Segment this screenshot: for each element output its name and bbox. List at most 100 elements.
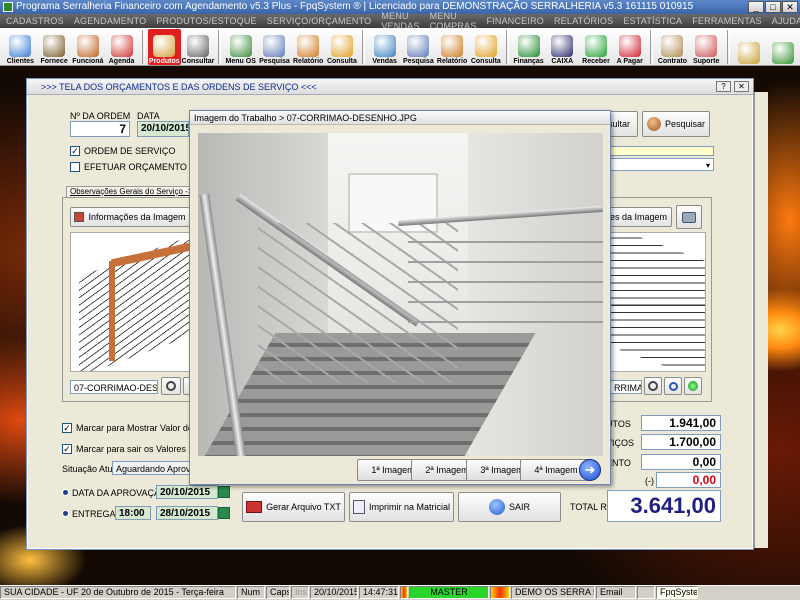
toolbar-label: Relatório (293, 58, 324, 65)
status-email[interactable]: Email (596, 586, 636, 599)
toolbar-label: Fornece (40, 58, 68, 65)
entrega-radio[interactable] (62, 510, 69, 517)
menu-item-0[interactable]: CADASTROS (6, 16, 64, 26)
zoom-button-right[interactable] (664, 377, 682, 395)
toolbar-button-7[interactable]: Pesquisa (258, 29, 291, 65)
toolbar-button-21[interactable] (766, 29, 799, 65)
acrescimo-value[interactable]: 0,00 (656, 472, 721, 488)
menu-item-9[interactable]: FERRAMENTAS (692, 16, 762, 26)
menu-item-3[interactable]: SERVIÇO/ORÇAMENTO (267, 16, 372, 26)
sair-valores-checkbox[interactable]: ✓ (62, 444, 72, 454)
print-image-button[interactable] (676, 205, 702, 229)
tab-observacoes[interactable]: Observações Gerais do Serviço -> (66, 186, 197, 197)
toolbar-button-16[interactable]: Receber (580, 29, 613, 65)
toolbar-button-2[interactable]: Funcioná (71, 29, 104, 65)
menu-item-6[interactable]: FINANCEIRO (486, 16, 544, 26)
help-button[interactable]: ? (716, 81, 731, 92)
toolbar-button-10[interactable]: Vendas (368, 29, 401, 65)
image-viewer-window: Imagem do Trabalho > 07-CORRIMAO-DESENHO… (189, 110, 611, 485)
printer-doc-icon (352, 500, 365, 514)
view-button-right[interactable] (684, 377, 702, 395)
toolbar-button-1[interactable]: Fornece (38, 29, 71, 65)
toolbar-button-19[interactable]: Suporte (690, 29, 723, 65)
aprovacao-date-field[interactable]: 20/10/2015 (156, 485, 218, 499)
toolbar-button-5[interactable]: Consultar (182, 29, 215, 65)
toolbar-button-14[interactable]: Finanças (512, 29, 545, 65)
status-color-bar (400, 586, 408, 599)
toolbar-button-8[interactable]: Relatório (292, 29, 325, 65)
toolbar-button-20[interactable] (733, 29, 766, 65)
first-image-label: 1ª Imagem (371, 465, 415, 475)
menu-item-7[interactable]: RELATÓRIOS (554, 16, 613, 26)
close-viewer-button[interactable]: ➜ (579, 459, 601, 481)
sair-button[interactable]: SAIR (458, 492, 561, 522)
menu-item-1[interactable]: AGENDAMENTO (74, 16, 147, 26)
monitor-icon (373, 35, 396, 57)
order-number-field[interactable]: 7 (70, 121, 130, 137)
toolbar-button-15[interactable]: CAIXA (546, 29, 579, 65)
calendar-icon (110, 35, 133, 57)
image-preview-left[interactable] (70, 232, 192, 372)
toolbar-label: Funcioná (72, 58, 104, 65)
status-date: 20/10/2015 (310, 586, 358, 599)
menu-item-2[interactable]: PRODUTOS/ESTOQUE (156, 16, 256, 26)
toolbar-button-18[interactable]: Contrato (656, 29, 689, 65)
toolbar-label: Consultar (181, 58, 215, 65)
toolbar-button-11[interactable]: Pesquisa (402, 29, 435, 65)
toolbar-button-17[interactable]: A Pagar (613, 29, 646, 65)
folder-icon (330, 35, 353, 57)
clipboard-icon (229, 35, 252, 57)
menu-item-10[interactable]: AJUDA (772, 16, 800, 26)
image-filename-right[interactable]: RRIMAO (610, 380, 642, 394)
entrega-date-field[interactable]: 28/10/2015 (156, 506, 218, 520)
entrega-time-field[interactable]: 18:00 (115, 506, 151, 520)
date-field[interactable]: 20/10/2015 (137, 121, 189, 137)
image-filename-left[interactable]: 07-CORRIMAO-DESENHO.J (70, 380, 158, 394)
toolbar-button-0[interactable]: Clientes (4, 29, 37, 65)
toolbar-button-4[interactable]: Produtos (147, 29, 181, 65)
calendar-icon[interactable] (218, 507, 230, 519)
dialog-close-button[interactable]: ✕ (734, 81, 749, 92)
toolbar-button-6[interactable]: Menu OS (224, 29, 257, 65)
cash-register-icon (187, 35, 209, 57)
toolbar-button-12[interactable]: Relatório (436, 29, 469, 65)
close-button[interactable]: ✕ (782, 1, 798, 13)
ordem-servico-checkbox[interactable]: ✓ (70, 146, 80, 156)
toolbar-button-9[interactable]: Consulta (326, 29, 359, 65)
efetuar-orcamento-checkbox[interactable] (70, 162, 80, 172)
entrega-label: ENTREGA (72, 509, 116, 519)
info-image-button-left[interactable]: Informações da Imagem (70, 207, 190, 227)
info-image-label-right: ões da Imagem (604, 212, 668, 222)
status-demo: DEMO OS SERRA 5.3 (511, 586, 595, 599)
status-color-bar (490, 586, 510, 599)
pesquisar-button[interactable]: Pesquisar (642, 111, 710, 137)
green-orb-icon (688, 381, 698, 391)
minimize-button[interactable]: _ (748, 1, 764, 13)
gerar-txt-button[interactable]: Gerar Arquivo TXT (242, 492, 345, 522)
maximize-button[interactable]: □ (765, 1, 781, 13)
staircase-photo (198, 133, 603, 456)
imprimir-label: Imprimir na Matricial (368, 502, 450, 512)
cash-box-icon (551, 35, 574, 57)
menu-item-8[interactable]: ESTATÍSTICA (623, 16, 682, 26)
desconto-value[interactable]: 0,00 (641, 454, 721, 470)
image-preview-right[interactable] (600, 232, 706, 372)
status-time: 14:47:31 (359, 586, 399, 599)
toolbar-label: Agenda (108, 58, 135, 65)
camera-button-left[interactable] (161, 377, 181, 395)
stair-drawing-right (601, 233, 705, 371)
camera-button-right[interactable] (644, 377, 662, 395)
toolbar-label: A Pagar (616, 58, 643, 65)
imprimir-matricial-button[interactable]: Imprimir na Matricial (349, 492, 454, 522)
toolbar-button-3[interactable]: Agenda (105, 29, 138, 65)
second-image-label: 2ª Imagem (425, 465, 469, 475)
arrow-right-icon: ➜ (584, 462, 596, 477)
client-select[interactable]: ▾ (604, 158, 714, 171)
toolbar-button-13[interactable]: Consulta (469, 29, 502, 65)
client-name-field[interactable] (604, 146, 714, 156)
calendar-icon[interactable] (218, 486, 230, 498)
aprovacao-radio[interactable] (62, 489, 69, 496)
mostrar-metro-checkbox[interactable]: ✓ (62, 423, 72, 433)
toolbar-label: Suporte (692, 58, 720, 65)
situacao-select[interactable]: Aguardando Aprovação (112, 461, 190, 475)
